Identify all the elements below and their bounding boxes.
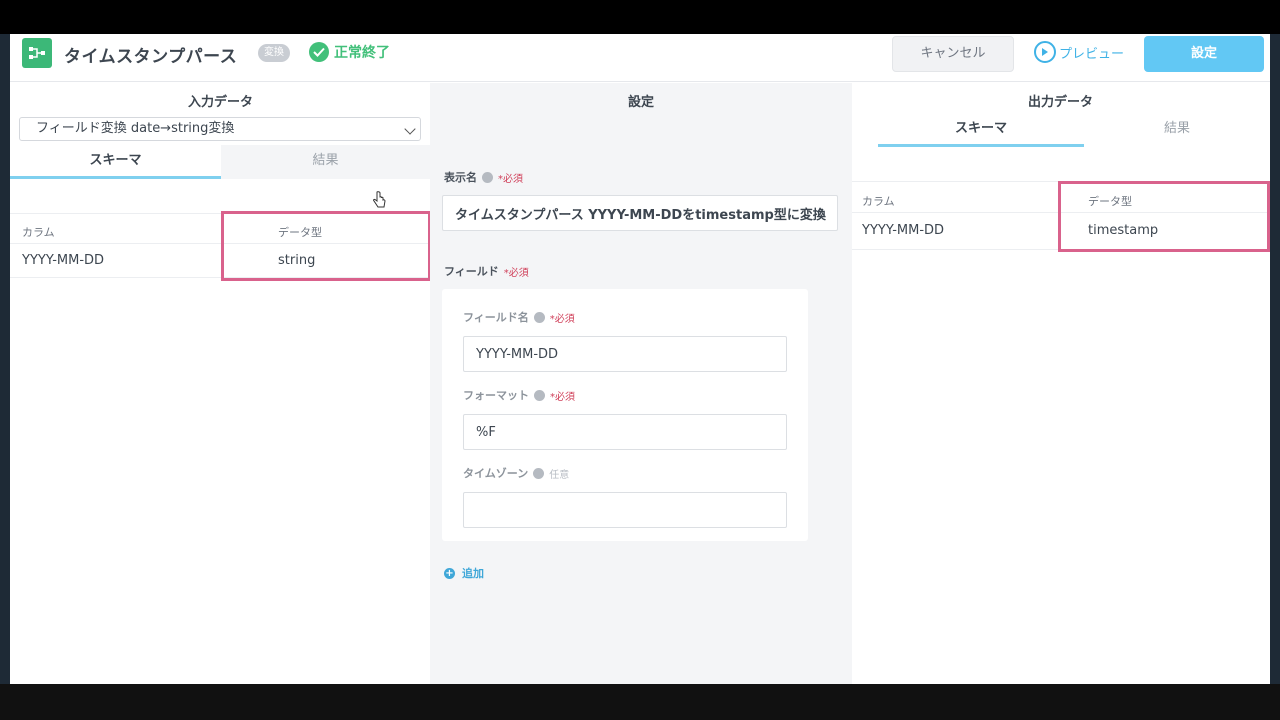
screen-top-letterbox (0, 0, 1280, 34)
add-field-button[interactable]: + 追加 (444, 565, 484, 581)
transform-node-icon (22, 38, 52, 68)
hand-cursor-icon (373, 191, 386, 208)
display-name-input[interactable]: タイムスタンプパース YYYY-MM-DDをtimestamp型に変換 (442, 195, 838, 231)
display-name-label-text: 表示名 (444, 171, 477, 184)
required-mark: *必須 (549, 313, 575, 325)
status-text: 正常終了 (334, 45, 390, 61)
field-card: フィールド名 *必須 YYYY-MM-DD フォーマット *必須 %F タイムゾ… (442, 289, 808, 541)
chevron-down-icon (404, 123, 416, 135)
field-name-label-text: フィールド名 (463, 311, 529, 324)
info-icon[interactable] (533, 311, 545, 323)
settings-panel: 設定 表示名 *必須 タイムスタンプパース YYYY-MM-DDをtimesta… (430, 83, 852, 684)
timezone-label: タイムゾーン 任意 (463, 465, 569, 481)
screen-bottom-letterbox (0, 684, 1280, 720)
output-row-column: YYYY-MM-DD (862, 223, 945, 238)
highlight-box-input-type (221, 211, 431, 281)
format-input[interactable]: %F (463, 414, 787, 450)
fields-label: フィールド *必須 (444, 263, 529, 279)
input-row-column: YYYY-MM-DD (22, 253, 105, 268)
settings-panel-title: 設定 (628, 95, 655, 110)
field-name-label: フィールド名 *必須 (463, 309, 575, 325)
check-circle-icon (309, 42, 329, 62)
page-title: タイムスタンプパース (64, 47, 238, 67)
timezone-input[interactable] (463, 492, 787, 528)
output-data-panel: 出力データ スキーマ 結果 カラム データ型 YYYY-MM-DD timest… (852, 83, 1270, 684)
tab-output-schema[interactable]: スキーマ (878, 113, 1084, 147)
column-header-column: カラム (862, 195, 895, 208)
background-left-edge (0, 34, 10, 684)
tab-input-schema[interactable]: スキーマ (10, 145, 221, 179)
cancel-button[interactable]: キャンセル (892, 36, 1014, 72)
field-name-input[interactable]: YYYY-MM-DD (463, 336, 787, 372)
timezone-label-text: タイムゾーン (463, 467, 529, 480)
required-mark: *必須 (503, 267, 529, 279)
highlight-box-output-type (1058, 181, 1270, 252)
format-label-text: フォーマット (463, 389, 529, 402)
info-icon[interactable] (482, 171, 493, 183)
play-icon (1034, 41, 1056, 63)
field-name-value: YYYY-MM-DD (476, 346, 559, 362)
header-bar: タイムスタンプパース 変換 正常終了 キャンセル プレビュー 設定 (10, 34, 1270, 82)
column-header-column: カラム (22, 226, 55, 239)
add-field-label: 追加 (462, 567, 484, 580)
required-mark: *必須 (550, 391, 575, 403)
app-window: タイムスタンプパース 変換 正常終了 キャンセル プレビュー 設定 入力データ … (10, 34, 1270, 684)
type-badge: 変換 (258, 44, 290, 62)
required-mark: *必須 (498, 173, 523, 185)
tab-output-results[interactable]: 結果 (1084, 113, 1270, 147)
preview-button[interactable]: プレビュー (1034, 41, 1124, 63)
info-icon[interactable] (534, 389, 545, 401)
format-label: フォーマット *必須 (463, 387, 575, 403)
display-name-value: タイムスタンプパース YYYY-MM-DDをtimestamp型に変換 (455, 207, 826, 223)
optional-mark: 任意 (549, 469, 570, 481)
preview-label: プレビュー (1059, 46, 1125, 62)
background-right-edge (1270, 34, 1280, 684)
fields-label-text: フィールド (444, 265, 499, 278)
plus-circle-icon: + (444, 567, 455, 579)
tab-input-results[interactable]: 結果 (221, 145, 430, 179)
format-value: %F (476, 424, 496, 440)
output-panel-title: 出力データ (1028, 95, 1094, 110)
input-source-select[interactable]: フィールド変換 date→string変換 (19, 117, 421, 141)
status-indicator: 正常終了 (309, 42, 390, 62)
info-icon[interactable] (533, 467, 545, 479)
input-source-value: フィールド変換 date→string変換 (36, 121, 235, 136)
display-name-label: 表示名 *必須 (444, 169, 523, 185)
input-data-panel: 入力データ フィールド変換 date→string変換 スキーマ 結果 カラム … (10, 83, 431, 684)
save-button[interactable]: 設定 (1144, 36, 1264, 72)
input-panel-title: 入力データ (188, 95, 254, 110)
